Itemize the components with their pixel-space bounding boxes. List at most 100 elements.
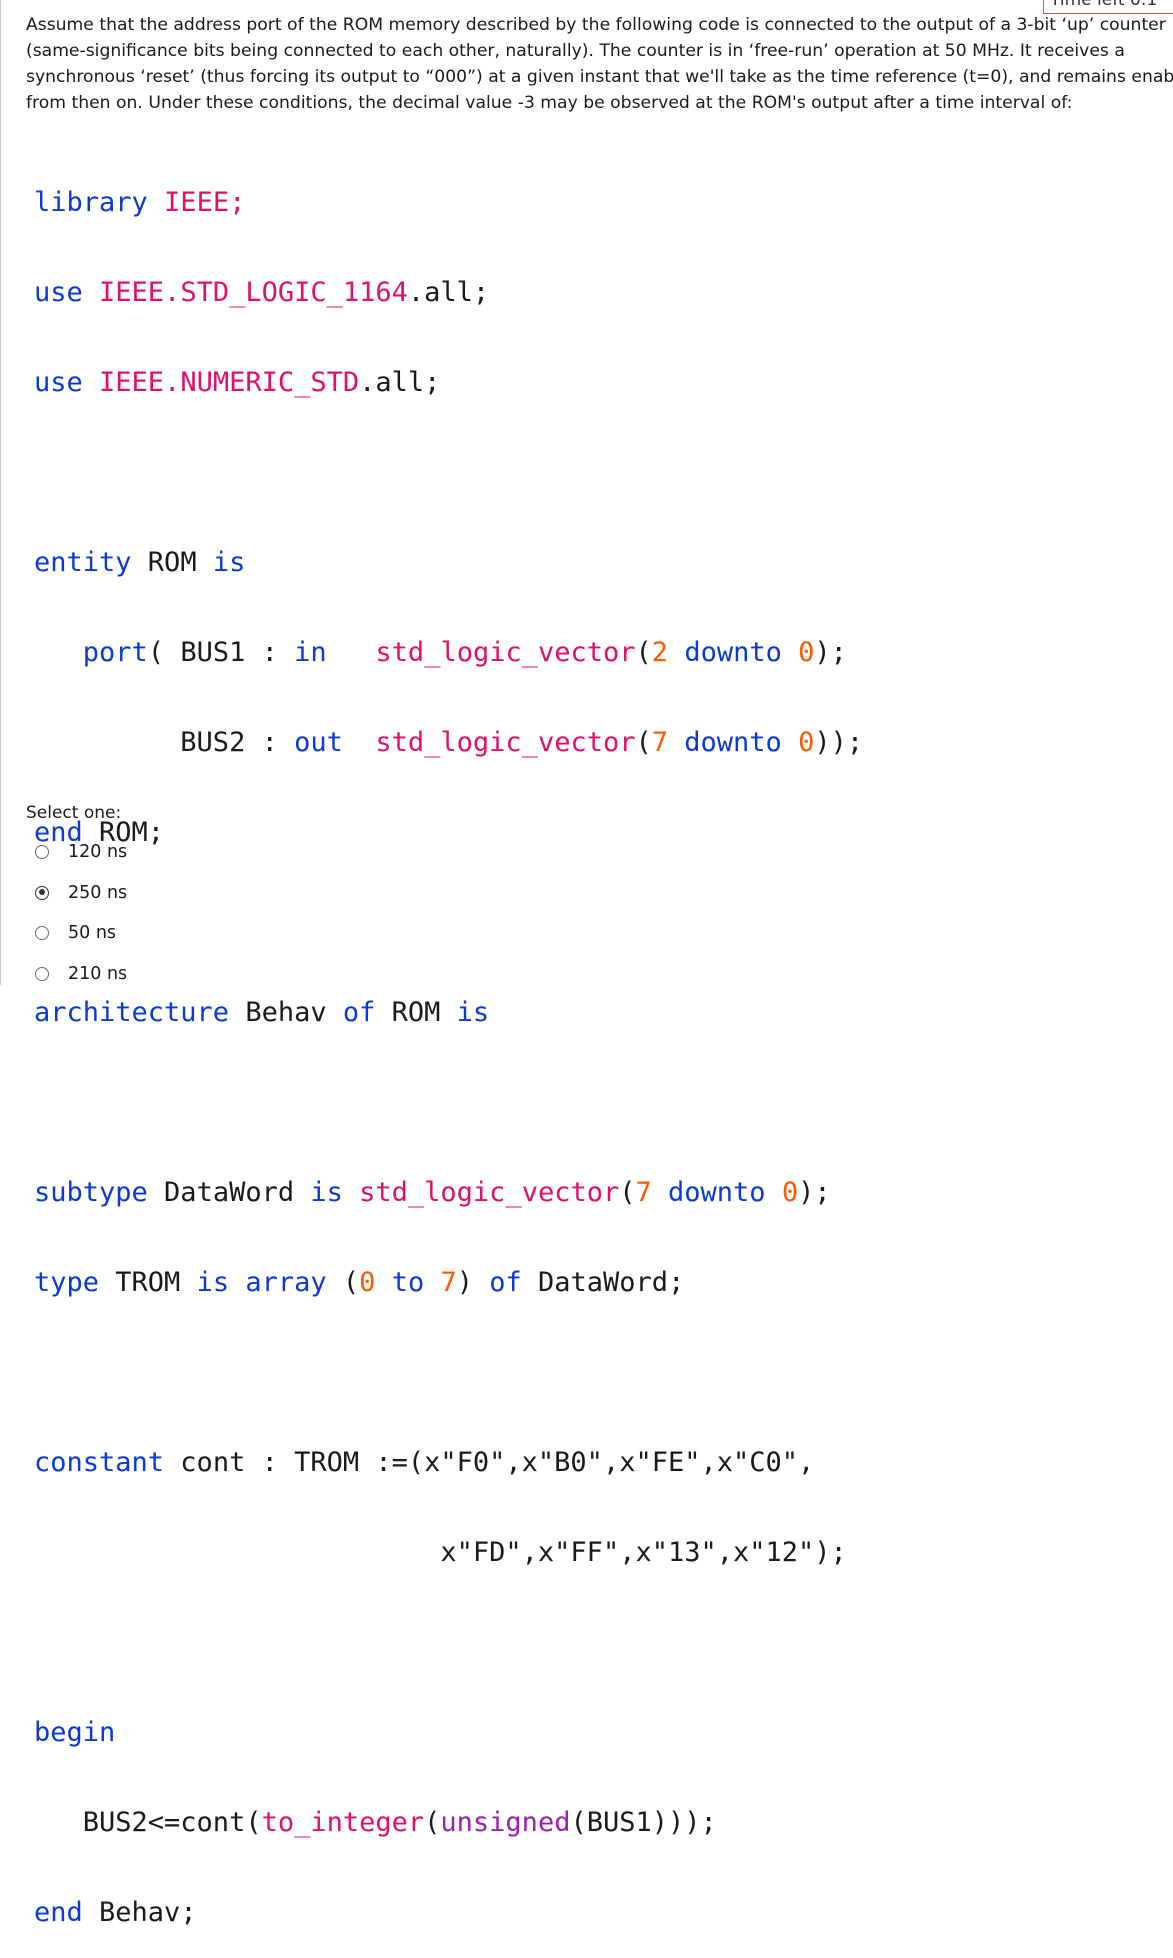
code-number: 2 [651,637,669,668]
code-token: cont : TROM :=(x"F0",x"B0",x"FE",x"C0", [164,1447,815,1478]
answer-option-210ns[interactable]: 210 ns [35,954,127,995]
code-keyword: in [294,637,327,668]
code-type: std_logic_vector [375,637,636,668]
code-token: ( [619,1177,636,1208]
code-keyword: use [34,277,83,308]
code-token: ( [424,1807,441,1838]
vhdl-code-block: library IEEE; use IEEE.STD_LOGIC_1164.al… [34,128,863,1958]
code-token: DataWord [147,1177,311,1208]
code-token: ( BUS1 : [147,637,295,668]
code-line: end Behav; [34,1898,863,1928]
code-keyword: downto [684,727,782,758]
code-keyword: end [34,1897,83,1928]
code-line: type TROM is array (0 to 7) of DataWord; [34,1268,863,1298]
page-left-border [0,0,1,985]
answer-option-50ns[interactable]: 50 ns [35,913,127,954]
code-token: DataWord; [521,1267,685,1298]
code-keyword: use [34,367,83,398]
code-token: ( [635,637,652,668]
code-number: 7 [635,1177,652,1208]
code-keyword: subtype [34,1177,148,1208]
code-keyword: constant [34,1447,165,1478]
code-number: 7 [651,727,669,758]
code-number: 0 [798,637,815,668]
code-keyword: of [342,997,376,1028]
code-line: x"FD",x"FF",x"13",x"12"); [34,1538,863,1568]
answer-option-label: 50 ns [68,923,117,944]
code-token: ROM [131,547,213,578]
code-number: 0 [781,1177,799,1208]
code-line: library IEEE; [34,188,863,218]
code-number: 7 [440,1267,457,1298]
code-number: 0 [359,1267,376,1298]
code-keyword: library [34,187,148,218]
code-type: std_logic_vector [375,727,636,758]
code-token: x"FD",x"FF",x"13",x"12"); [34,1537,847,1568]
code-token: Behav [229,997,343,1028]
code-token: BUS2<=cont( [34,1807,262,1838]
code-keyword: is [310,1177,343,1208]
code-keyword: array [245,1267,327,1298]
code-token: Behav; [82,1897,197,1928]
radio-button[interactable] [35,845,49,860]
question-line: from then on. Under these conditions, th… [26,93,1073,113]
code-keyword: begin [34,1717,116,1748]
code-line: BUS2<=cont(to_integer(unsigned(BUS1))); [34,1808,863,1838]
answer-option-250ns[interactable]: 250 ns [35,873,127,914]
code-token: IEEE; [147,187,246,218]
code-token: ); [814,637,847,668]
code-line: port( BUS1 : in std_logic_vector(2 downt… [34,638,863,668]
select-one-label: Select one: [26,803,122,823]
code-line: BUS2 : out std_logic_vector(7 downto 0))… [34,728,863,758]
code-token: )); [814,727,864,758]
answer-option-label: 120 ns [68,842,128,863]
code-token: .all; [407,277,490,308]
code-token: TROM [99,1267,197,1298]
code-token: ROM [375,997,457,1028]
code-keyword: is [196,1267,230,1298]
code-keyword: entity [34,547,132,578]
code-keyword: is [456,997,490,1028]
question-line: Assume that the address port of the ROM … [26,15,1166,35]
code-token: .all; [359,367,441,398]
code-token: IEEE.NUMERIC_STD [82,367,360,398]
code-line: begin [34,1718,863,1748]
code-type: std_logic_vector [359,1177,620,1208]
code-line: end ROM; [34,818,863,848]
code-keyword: type [34,1267,100,1298]
answer-option-120ns[interactable]: 120 ns [35,832,127,873]
answer-option-label: 250 ns [68,882,128,903]
code-token: ); [798,1177,831,1208]
code-line: entity ROM is [34,548,863,578]
code-keyword: to [391,1267,425,1298]
question-text: Assume that the address port of the ROM … [26,12,1173,116]
code-number: 0 [798,727,815,758]
code-line: use IEEE.NUMERIC_STD.all; [34,368,863,398]
radio-button[interactable] [35,966,49,981]
code-line: constant cont : TROM :=(x"F0",x"B0",x"FE… [34,1448,863,1478]
question-line: (same-significance bits being connected … [26,41,1125,61]
code-line: subtype DataWord is std_logic_vector(7 d… [34,1178,863,1208]
code-token: IEEE.STD_LOGIC_1164 [82,277,408,308]
code-keyword: of [489,1267,522,1298]
code-token: (BUS1))); [570,1807,717,1838]
code-token: ) [456,1267,490,1298]
radio-button-selected[interactable] [35,885,49,900]
radio-button[interactable] [35,926,49,941]
